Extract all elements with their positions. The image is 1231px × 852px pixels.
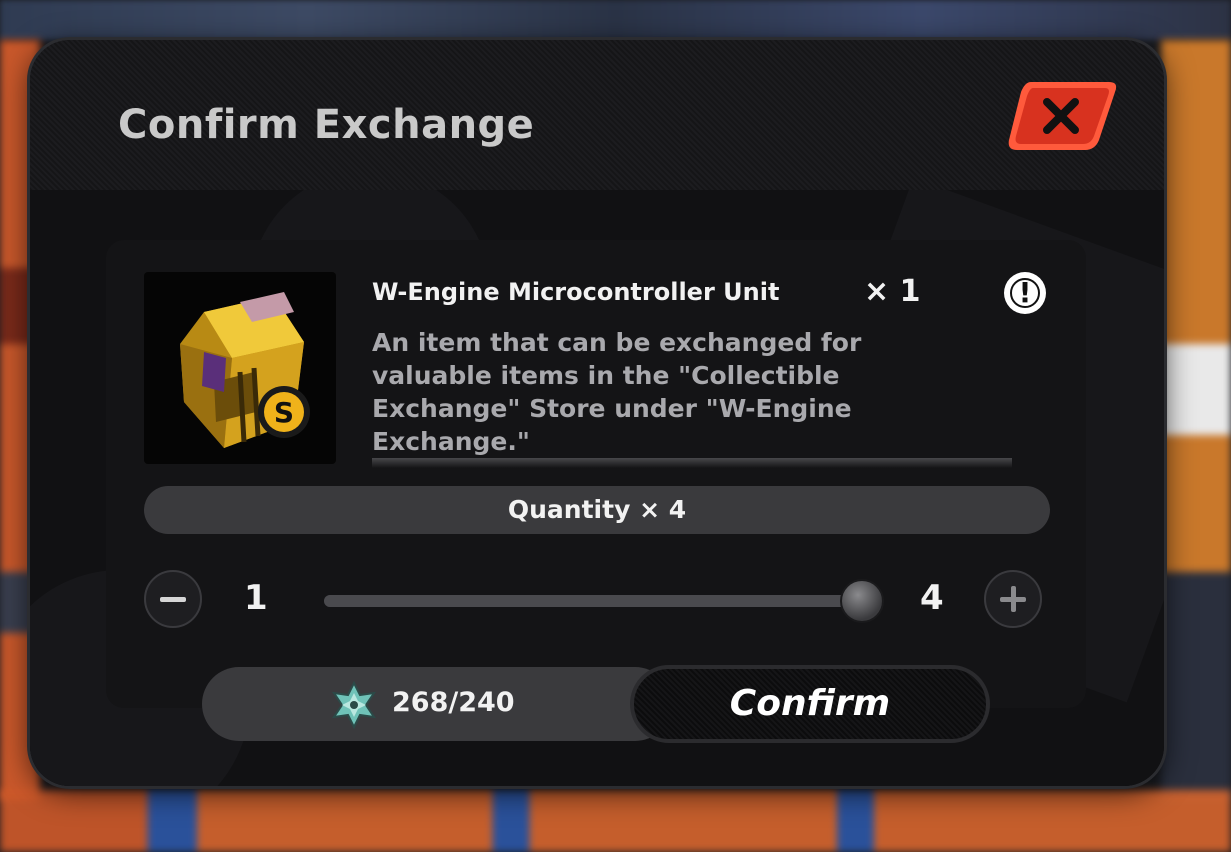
close-button[interactable] bbox=[1003, 78, 1121, 154]
decrease-button[interactable] bbox=[144, 570, 202, 628]
background-top-tabs bbox=[0, 0, 1231, 40]
item-quantity: × 1 bbox=[864, 274, 921, 309]
dialog-footer: 268/240 Confirm bbox=[202, 665, 992, 743]
item-name: W-Engine Microcontroller Unit bbox=[372, 278, 780, 306]
background-bottom-row bbox=[0, 790, 1231, 852]
quantity-stepper: 1 4 bbox=[144, 570, 1050, 632]
quantity-label: Quantity × 4 bbox=[144, 486, 1050, 534]
item-description: An item that can be exchanged for valuab… bbox=[372, 328, 862, 456]
cost-amount: 268/240 bbox=[392, 687, 515, 718]
description-scroll-fade bbox=[372, 458, 1012, 468]
item-card: S W-Engine Microcontroller Unit × 1 ! An… bbox=[106, 240, 1086, 708]
slider-fill bbox=[324, 595, 862, 607]
cost-display: 268/240 bbox=[202, 667, 672, 741]
quantity-slider[interactable] bbox=[324, 579, 884, 623]
slider-thumb[interactable] bbox=[840, 579, 884, 623]
minus-icon bbox=[160, 597, 186, 602]
confirm-exchange-dialog: Confirm Exchange S W-Engine Microcontrol… bbox=[30, 40, 1164, 786]
item-image: S bbox=[144, 272, 336, 464]
residual-currency-icon bbox=[331, 680, 377, 730]
confirm-button[interactable]: Confirm bbox=[630, 665, 990, 743]
quantity-min: 1 bbox=[244, 578, 268, 618]
increase-button[interactable] bbox=[984, 570, 1042, 628]
plus-icon-vertical bbox=[1011, 586, 1016, 612]
info-icon[interactable]: ! bbox=[1004, 272, 1046, 314]
svg-text:S: S bbox=[274, 396, 294, 429]
quantity-max: 4 bbox=[920, 578, 944, 618]
close-icon bbox=[1008, 82, 1117, 150]
dialog-title: Confirm Exchange bbox=[118, 102, 535, 148]
info-icon-glyph: ! bbox=[1018, 276, 1032, 309]
dialog-body: S W-Engine Microcontroller Unit × 1 ! An… bbox=[30, 190, 1164, 786]
background-right-column bbox=[1161, 40, 1231, 800]
dialog-header: Confirm Exchange bbox=[30, 40, 1164, 190]
w-engine-chest-icon: S bbox=[180, 292, 310, 448]
